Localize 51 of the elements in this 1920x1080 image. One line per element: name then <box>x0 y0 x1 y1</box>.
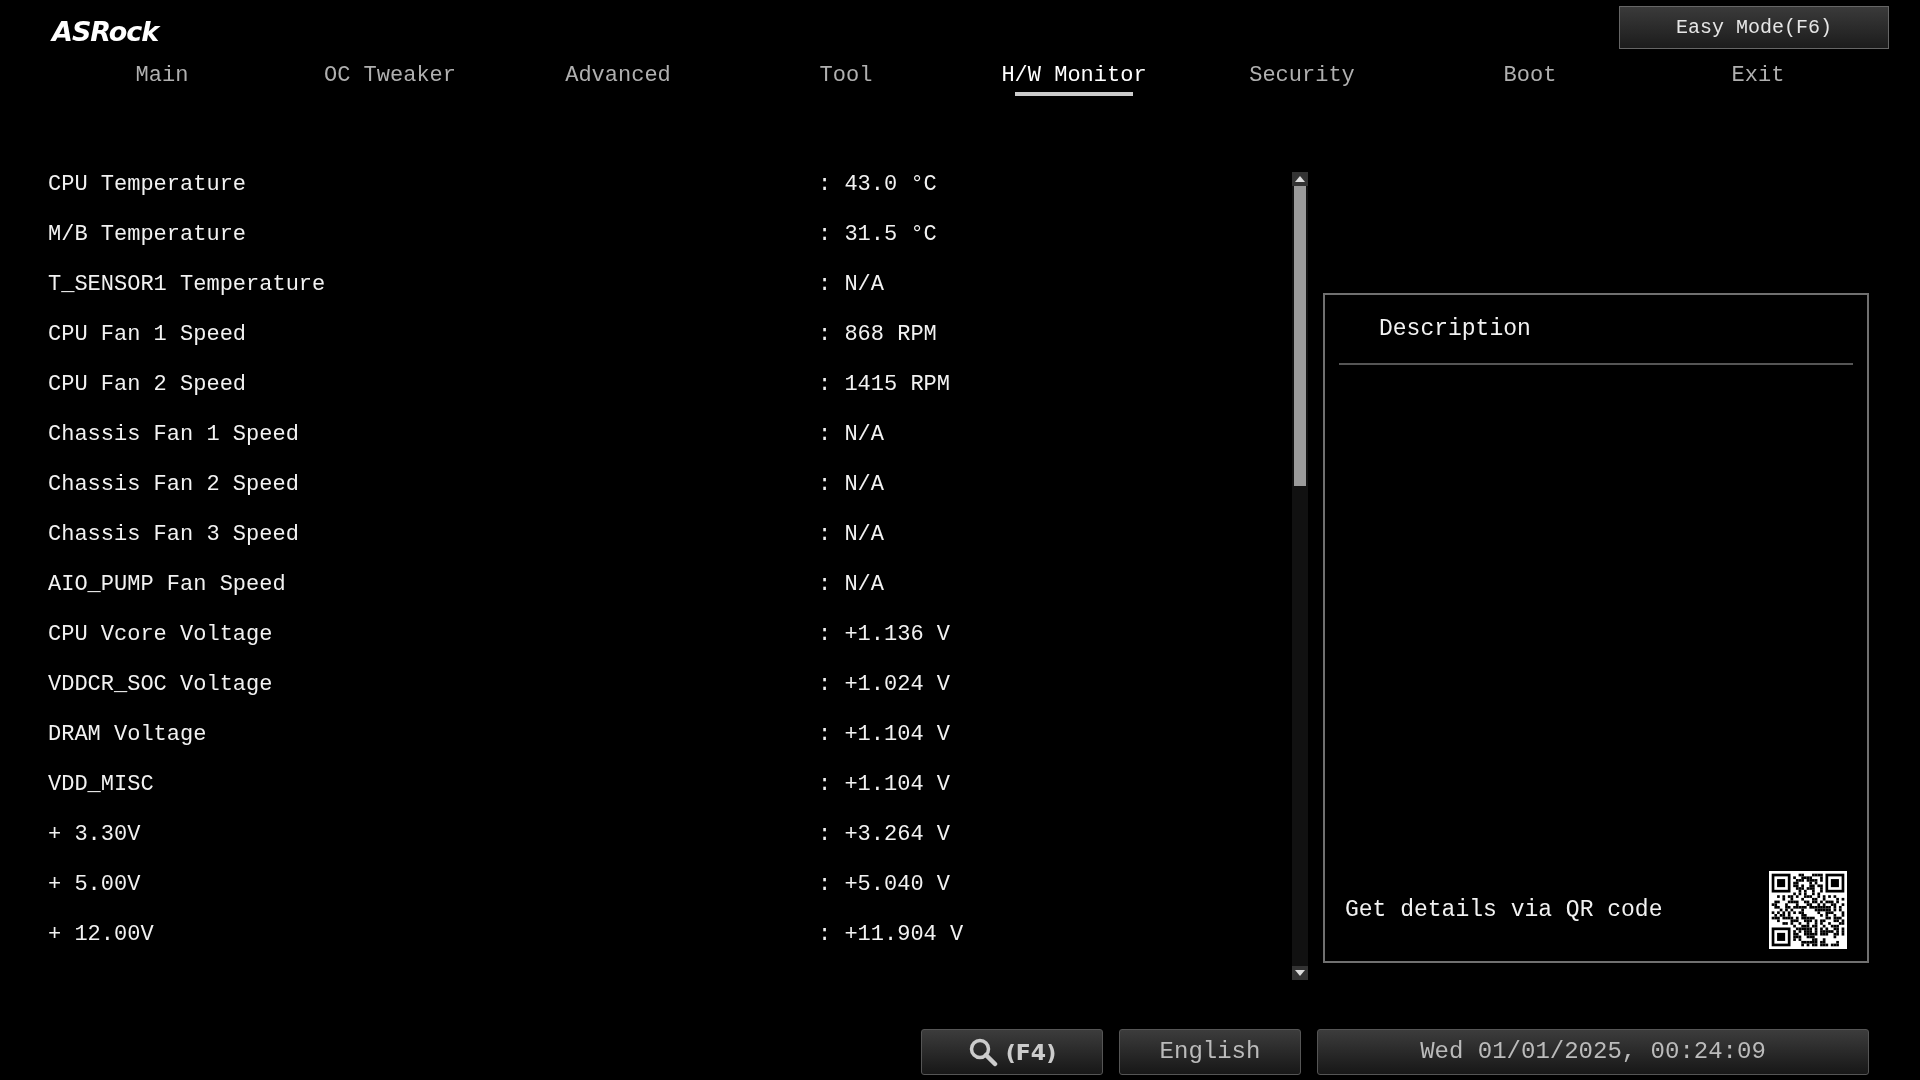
sensor-label: AIO_PUMP Fan Speed <box>48 570 287 599</box>
sensor-label: VDD_MISC <box>48 770 155 799</box>
sensor-value: : N/A <box>818 520 884 549</box>
sensor-value: : +1.024 V <box>818 670 951 699</box>
search-button[interactable]: (F4) <box>921 1029 1103 1075</box>
scrollbar-thumb[interactable] <box>1294 186 1306 486</box>
date-time-display: Wed 01/01/2025, 00:24:09 <box>1317 1029 1869 1075</box>
sensor-label: CPU Fan 1 Speed <box>48 320 248 349</box>
sensor-label: CPU Temperature <box>48 170 248 199</box>
sensor-value: : +5.040 V <box>818 870 951 899</box>
sensor-label: VDDCR_SOC Voltage <box>48 670 274 699</box>
sensor-value: : 31.5 °C <box>818 220 937 249</box>
menu-tab[interactable]: Security <box>1188 52 1416 98</box>
sensor-value: : +11.904 V <box>818 920 964 949</box>
easy-mode-button[interactable]: Easy Mode(F6) <box>1619 6 1889 49</box>
menu-tab[interactable]: Advanced <box>504 52 732 98</box>
sensor-label: M/B Temperature <box>48 220 248 249</box>
sensor-value: : N/A <box>818 270 884 299</box>
sensor-value: : N/A <box>818 470 884 499</box>
scrollbar[interactable] <box>1292 172 1308 980</box>
menu-tab[interactable]: H/W Monitor <box>960 52 1188 98</box>
sensor-label: Chassis Fan 2 Speed <box>48 470 300 499</box>
menu-tab[interactable]: Exit <box>1644 52 1872 98</box>
logo: ASRock <box>52 15 159 49</box>
sensor-label: Chassis Fan 3 Speed <box>48 520 300 549</box>
sensor-label: + 12.00V <box>48 920 155 949</box>
menu-tab[interactable]: Boot <box>1416 52 1644 98</box>
qr-hint-text: Get details via QR code <box>1345 895 1663 925</box>
menu-tab[interactable]: Tool <box>732 52 960 98</box>
menu-tab[interactable]: OC Tweaker <box>276 52 504 98</box>
sensor-value: : 868 RPM <box>818 320 937 349</box>
search-icon <box>967 1037 998 1067</box>
panel-title: Description <box>1379 316 1531 342</box>
sensor-value: : 43.0 °C <box>818 170 937 199</box>
sensor-label: CPU Fan 2 Speed <box>48 370 248 399</box>
sensor-label: CPU Vcore Voltage <box>48 620 274 649</box>
sensor-label: + 3.30V <box>48 820 142 849</box>
menu-tab[interactable]: Main <box>48 52 276 98</box>
sensor-value: : +1.104 V <box>818 770 951 799</box>
sensor-value: : +1.104 V <box>818 720 951 749</box>
sensor-value: : N/A <box>818 420 884 449</box>
sensor-label: T_SENSOR1 Temperature <box>48 270 327 299</box>
sensor-label: DRAM Voltage <box>48 720 208 749</box>
key-hint: (F4) <box>1005 1038 1057 1067</box>
sensor-value: : 1415 RPM <box>818 370 951 399</box>
sensor-value: : +1.136 V <box>818 620 951 649</box>
sensor-label: Chassis Fan 1 Speed <box>48 420 300 449</box>
sensor-value: : +3.264 V <box>818 820 951 849</box>
language-button[interactable]: English <box>1119 1029 1301 1075</box>
sensor-value: : N/A <box>818 570 884 599</box>
sensor-label: + 5.00V <box>48 870 142 899</box>
